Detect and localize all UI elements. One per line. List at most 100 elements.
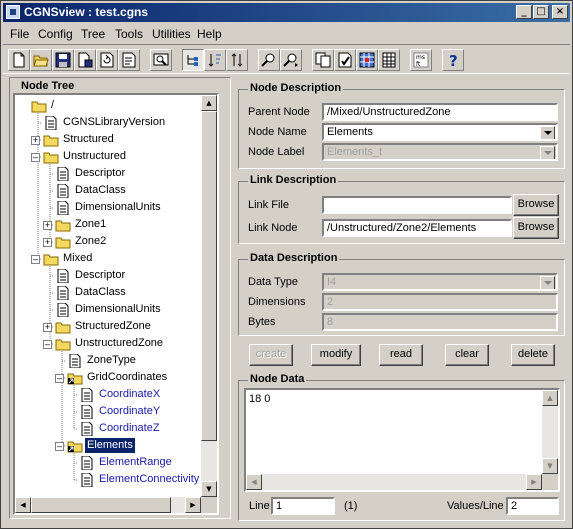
delete-button[interactable]: delete [511, 344, 555, 366]
minimize-button[interactable]: _ [516, 5, 532, 19]
collapse-icon[interactable]: – [55, 442, 64, 451]
clear-button[interactable]: clear [445, 344, 489, 366]
tree-row[interactable]: – Unstructured [15, 149, 201, 166]
preview-icon[interactable] [150, 49, 172, 71]
modify-button[interactable]: modify [311, 344, 361, 366]
node-data-textarea[interactable]: 18 0 ▲ ▼ ◀ ▶ [244, 388, 560, 492]
menu-help[interactable]: Help [197, 27, 222, 41]
data-scroll-corner [542, 474, 558, 490]
open-folder-icon[interactable] [30, 49, 52, 71]
save-as-icon[interactable] [74, 49, 96, 71]
menu-tools[interactable]: Tools [115, 27, 143, 41]
line-field[interactable]: 1 [271, 497, 335, 515]
help-icon[interactable]: ? [442, 49, 464, 71]
data-scroll-left-button[interactable]: ◀ [246, 474, 262, 490]
properties-icon[interactable] [118, 49, 140, 71]
tree-row[interactable]: ElementConnectivity [15, 472, 201, 489]
node-data-content: 18 0 [249, 393, 271, 405]
copy-icon[interactable] [312, 49, 334, 71]
data-scroll-right-button[interactable]: ▶ [526, 474, 542, 490]
tree-row[interactable]: + Zone1 [15, 217, 201, 234]
tree-row[interactable]: + Zone2 [15, 234, 201, 251]
close-button[interactable]: × [552, 5, 568, 19]
read-button[interactable]: read [379, 344, 423, 366]
reload-icon[interactable] [96, 49, 118, 71]
tree-horizontal-scrollbar[interactable]: ◀ ▶ [15, 497, 201, 513]
menu-config[interactable]: Config [38, 27, 73, 41]
menu-tree[interactable]: Tree [81, 27, 105, 41]
folder-icon [55, 337, 71, 351]
values-per-line-field[interactable]: 2 [506, 497, 559, 515]
menu-file[interactable]: File [10, 27, 29, 41]
tree-node-label: CGNSLibraryVersion [63, 116, 166, 128]
data-vertical-scrollbar[interactable]: ▲ ▼ [542, 390, 558, 474]
link-node-browse-button[interactable]: Browse [513, 217, 559, 239]
expand-icon[interactable]: + [43, 323, 52, 332]
link-node-field[interactable]: /Unstructured/Zone2/Elements [322, 219, 512, 237]
tree-row[interactable]: CoordinateY [15, 404, 201, 421]
tree-vertical-scrollbar[interactable]: ▲ ▼ [201, 95, 217, 497]
link-node-label: Link Node [248, 222, 298, 234]
tree-row[interactable]: CoordinateX [15, 387, 201, 404]
collapse-icon[interactable]: – [43, 340, 52, 349]
tree-row[interactable]: DataClass [15, 285, 201, 302]
svg-text:?: ? [449, 52, 458, 68]
hscroll-thumb[interactable] [31, 497, 171, 513]
new-file-icon[interactable] [8, 49, 30, 71]
collapse-icon[interactable]: – [55, 374, 64, 383]
sort-arrows-icon[interactable] [226, 49, 248, 71]
collapse-icon[interactable]: – [31, 153, 40, 162]
tree-row[interactable]: Descriptor [15, 268, 201, 285]
title-bar[interactable]: CGNSview : test.cgns _ □ × [3, 3, 570, 22]
expand-icon[interactable]: + [43, 221, 52, 230]
tree-row[interactable]: – UnstructuredZone [15, 336, 201, 353]
data-scroll-down-button[interactable]: ▼ [542, 458, 558, 474]
check-icon[interactable] [334, 49, 356, 71]
tree-sort-icon[interactable] [204, 49, 226, 71]
find-icon[interactable] [258, 49, 280, 71]
scroll-thumb[interactable] [201, 111, 217, 441]
tree-row[interactable]: – Mixed [15, 251, 201, 268]
units-icon[interactable]: ms ft [410, 49, 432, 71]
values-per-line-label: Values/Line [447, 500, 504, 512]
find-next-icon[interactable] [280, 49, 302, 71]
node-tree[interactable]: / CGNSLibraryVersion + Structured – Unstructu… [13, 93, 219, 515]
scroll-up-button[interactable]: ▲ [201, 95, 217, 111]
node-name-combo[interactable]: Elements [322, 123, 558, 141]
tree-row[interactable]: – Elements [15, 438, 201, 455]
tree-row[interactable]: + Structured [15, 132, 201, 149]
tree-expand-icon[interactable] [182, 49, 204, 71]
parent-node-field[interactable]: /Mixed/UnstructuredZone [322, 103, 558, 121]
maximize-button[interactable]: □ [533, 5, 549, 19]
expand-icon[interactable]: + [43, 238, 52, 247]
node-name-dropdown-icon[interactable] [540, 126, 555, 139]
tree-row[interactable]: ElementRange [15, 455, 201, 472]
tree-node-label: GridCoordinates [87, 371, 168, 383]
menu-utilities[interactable]: Utilities [152, 27, 191, 41]
tree-node-label: Descriptor [75, 167, 126, 179]
tree-row[interactable]: + StructuredZone [15, 319, 201, 336]
scroll-right-button[interactable]: ▶ [185, 497, 201, 513]
tree-row[interactable]: Descriptor [15, 166, 201, 183]
tree-row[interactable]: DimensionalUnits [15, 200, 201, 217]
create-button[interactable]: create [249, 344, 293, 366]
scroll-down-button[interactable]: ▼ [201, 481, 217, 497]
tree-row[interactable]: – GridCoordinates [15, 370, 201, 387]
grid-icon[interactable] [356, 49, 378, 71]
tree-row[interactable]: CoordinateZ [15, 421, 201, 438]
tree-row[interactable]: CGNSLibraryVersion [15, 115, 201, 132]
tree-row[interactable]: / [15, 98, 201, 115]
link-file-browse-button[interactable]: Browse [513, 194, 559, 216]
tree-row[interactable]: DataClass [15, 183, 201, 200]
data-horizontal-scrollbar[interactable]: ◀ ▶ [246, 474, 542, 490]
data-scroll-up-button[interactable]: ▲ [542, 390, 558, 406]
tree-row[interactable]: ZoneType [15, 353, 201, 370]
scroll-left-button[interactable]: ◀ [15, 497, 31, 513]
svg-text:ms: ms [416, 54, 425, 61]
table-icon[interactable] [378, 49, 400, 71]
tree-row[interactable]: DimensionalUnits [15, 302, 201, 319]
link-file-field[interactable] [322, 196, 512, 214]
save-icon[interactable] [52, 49, 74, 71]
expand-icon[interactable]: + [31, 136, 40, 145]
collapse-icon[interactable]: – [31, 255, 40, 264]
